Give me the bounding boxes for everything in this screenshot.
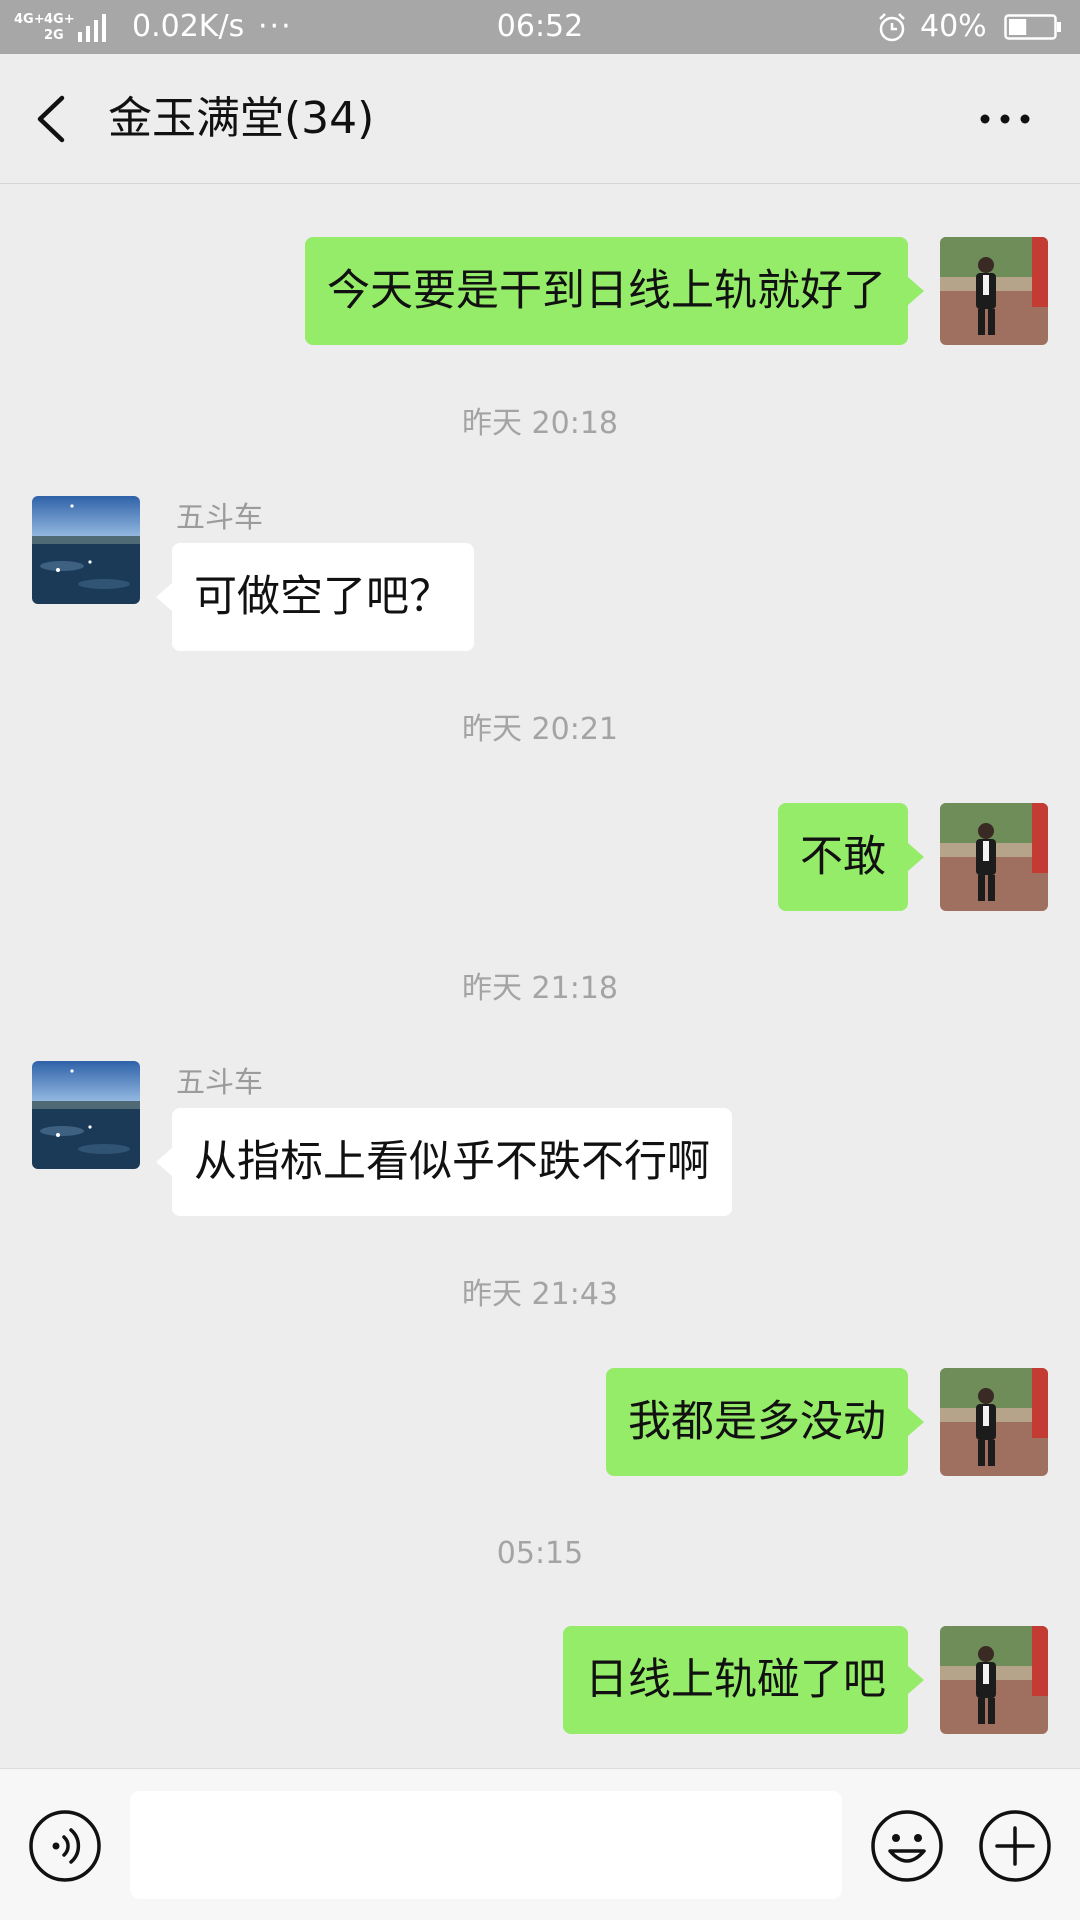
message-bubble-outgoing[interactable]: 我都是多没动 [606, 1368, 924, 1476]
battery-icon [1004, 14, 1061, 40]
status-bar: 4G+ 4G+ 2G 0.02K/s ··· 06:52 40% [0, 0, 1080, 54]
avatar[interactable] [32, 1061, 140, 1169]
back-icon[interactable] [32, 94, 72, 144]
message-timestamp: 昨天 20:18 [462, 406, 618, 441]
message-list[interactable]: 今天要是干到日线上轨就好了 昨天 20:18 五斗车 可做空了吧？ 昨天 20:… [0, 185, 1080, 1768]
status-time: 06:52 [496, 9, 584, 44]
message-bubble-outgoing[interactable]: 今天要是干到日线上轨就好了 [305, 237, 924, 345]
chat-header: 金玉满堂(34) [0, 54, 1080, 184]
message-timestamp: 昨天 21:43 [462, 1277, 618, 1312]
chat-title: 金玉满堂(34) [108, 93, 375, 144]
message-timestamp: 05:15 [496, 1536, 584, 1571]
message-bubble-incoming[interactable]: 可做空了吧？ [156, 543, 474, 651]
avatar[interactable] [940, 1626, 1048, 1734]
sender-name: 五斗车 [176, 500, 264, 534]
message-input[interactable] [130, 1791, 842, 1899]
message-timestamp: 昨天 20:21 [462, 712, 618, 747]
message-bubble-outgoing[interactable]: 日线上轨碰了吧 [563, 1626, 924, 1734]
message-bubble-incoming[interactable]: 从指标上看似乎不跌不行啊 [156, 1108, 732, 1216]
input-bar [0, 1768, 1080, 1920]
avatar[interactable] [32, 496, 140, 604]
voice-icon[interactable] [28, 1809, 102, 1883]
alarm-icon [879, 13, 905, 42]
message-timestamp: 昨天 21:18 [462, 971, 618, 1006]
emoji-icon[interactable] [870, 1809, 944, 1883]
avatar[interactable] [940, 1368, 1048, 1476]
avatar[interactable] [940, 803, 1048, 911]
message-bubble-outgoing[interactable]: 不敢 [778, 803, 924, 911]
battery-percent: 40% [920, 9, 987, 44]
avatar[interactable] [940, 237, 1048, 345]
more-icon[interactable] [976, 102, 1034, 136]
sender-name: 五斗车 [176, 1065, 264, 1099]
plus-icon[interactable] [978, 1809, 1052, 1883]
